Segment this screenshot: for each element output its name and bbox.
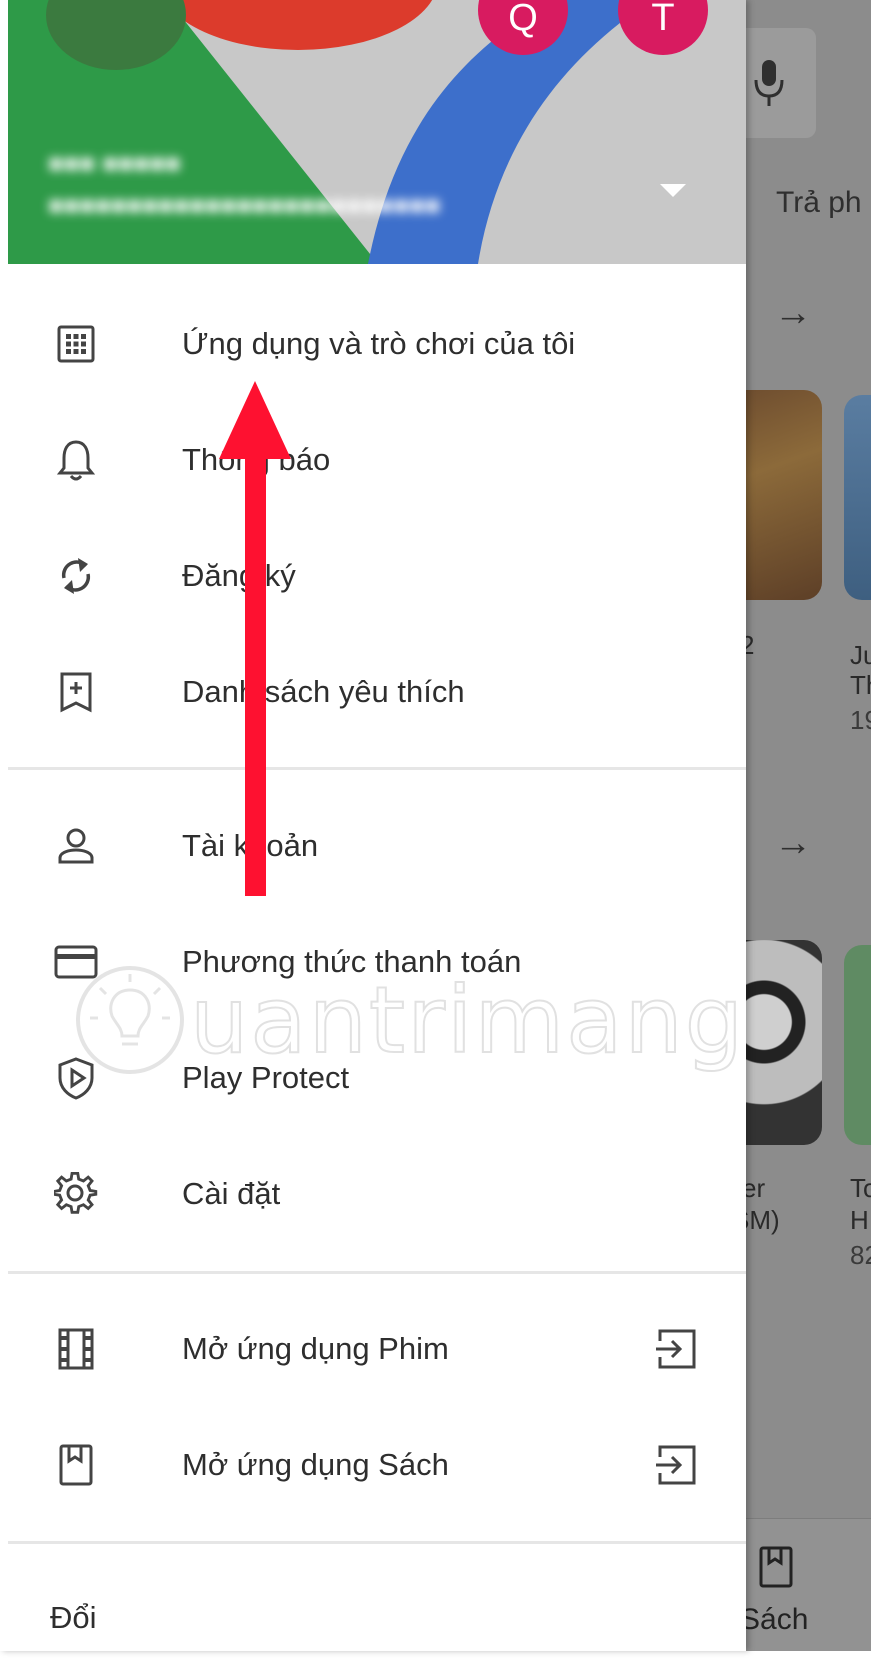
tab-paid-partial: Trả ph: [776, 186, 862, 219]
film-icon: [54, 1327, 98, 1371]
book-nav-icon: [759, 1546, 793, 1588]
open-app-icon: [654, 1327, 698, 1371]
account-switcher-chevron-icon[interactable]: [660, 184, 686, 197]
menu-divider: [8, 1541, 746, 1544]
bottom-nav-label[interactable]: Sách: [746, 1603, 808, 1637]
mic-icon: [754, 60, 784, 106]
sync-icon: [54, 554, 98, 598]
bottom-nav-partial: Sách: [746, 1518, 871, 1651]
menu-item-label: Mở ứng dụng Phim: [182, 1331, 449, 1366]
card-text: 82: [850, 1240, 871, 1270]
gear-icon: [54, 1172, 98, 1216]
menu-item-my-apps[interactable]: Ứng dụng và trò chơi của tôi: [0, 299, 746, 389]
arrow-right-icon: →: [774, 292, 812, 334]
apps-grid-icon: [54, 322, 98, 366]
menu-item-label: Play Protect: [182, 1060, 350, 1095]
navigation-drawer: Q T ■■■ ■■■■■ ■■■■■■■■■■■■■■■■■■■■■■■■■ …: [0, 0, 746, 1651]
menu-item-account[interactable]: Tài khoản: [0, 801, 746, 891]
open-app-icon: [654, 1443, 698, 1487]
menu-item-open-movies-app[interactable]: Mở ứng dụng Phim: [0, 1304, 746, 1394]
menu-item-label: Đổi: [50, 1600, 97, 1635]
game-thumbnail: [746, 940, 822, 1145]
menu-item-play-protect[interactable]: Play Protect: [0, 1033, 746, 1123]
bookmark-add-icon: [54, 670, 98, 714]
menu-item-open-books-app[interactable]: Mở ứng dụng Sách: [0, 1420, 746, 1510]
background-app-scrim[interactable]: Trả ph → 2 Ju Th 19 → er SM) To H 82 Sác…: [746, 0, 871, 1651]
svg-text:Q: Q: [508, 0, 538, 39]
menu-item-subscriptions[interactable]: Đăng ký: [0, 531, 746, 621]
account-email-blurred: ■■■■■■■■■■■■■■■■■■■■■■■■■: [48, 190, 441, 220]
book-icon: [54, 1443, 98, 1487]
game-thumbnail: [746, 390, 822, 600]
menu-item-settings[interactable]: Cài đặt: [0, 1149, 746, 1239]
game-thumbnail: [844, 395, 871, 600]
card-text: Ju: [850, 640, 871, 670]
menu-item-payment-methods[interactable]: Phương thức thanh toán: [0, 917, 746, 1007]
card-text: Th: [850, 670, 871, 700]
card-text: er: [746, 1173, 766, 1203]
annotation-arrow-up: [219, 381, 291, 896]
menu-item-label: Cài đặt: [182, 1176, 281, 1211]
credit-card-icon: [54, 940, 98, 984]
bell-icon: [54, 438, 98, 482]
menu-item-label: Ứng dụng và trò chơi của tôi: [182, 326, 576, 361]
account-name-blurred: ■■■ ■■■■■: [48, 148, 181, 178]
person-icon: [54, 824, 98, 868]
menu-divider: [8, 767, 746, 770]
menu-item-notifications[interactable]: Thông báo: [0, 415, 746, 505]
menu-item-label: Mở ứng dụng Sách: [182, 1447, 449, 1482]
card-text: To: [850, 1173, 871, 1203]
account-header[interactable]: Q T ■■■ ■■■■■ ■■■■■■■■■■■■■■■■■■■■■■■■■: [8, 0, 746, 264]
card-text: 2: [746, 630, 755, 660]
shield-play-icon: [54, 1056, 98, 1100]
game-thumbnail: [844, 945, 871, 1145]
menu-item-label: Phương thức thanh toán: [182, 944, 522, 979]
card-text: 19: [850, 705, 871, 735]
card-text: SM): [746, 1205, 780, 1235]
svg-text:T: T: [651, 0, 674, 39]
menu-divider: [8, 1271, 746, 1274]
search-bar-partial: [746, 28, 816, 138]
card-text: H: [850, 1205, 869, 1235]
menu-item-wishlist[interactable]: Danh sách yêu thích: [0, 647, 746, 737]
arrow-right-icon: →: [774, 822, 812, 864]
menu-item-redeem-partial[interactable]: Đổi: [0, 1573, 746, 1663]
